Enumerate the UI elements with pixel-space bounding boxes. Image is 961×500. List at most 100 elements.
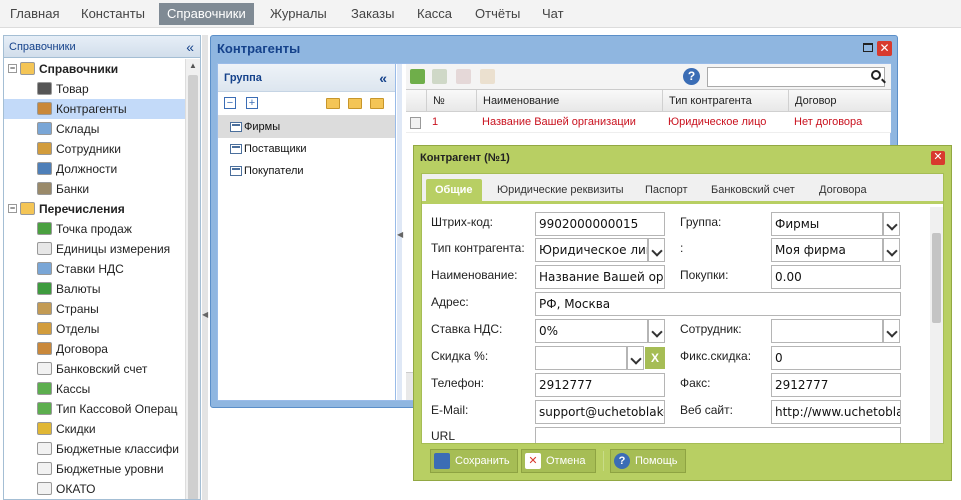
group-select[interactable]: Фирмы [771, 212, 883, 236]
tree-item[interactable]: ОКАТО [4, 479, 186, 499]
group-item[interactable]: Фирмы [218, 116, 395, 138]
tree-item[interactable]: Отделы [4, 319, 186, 339]
tree-item[interactable]: Ставки НДС [4, 259, 186, 279]
menu-item-cash[interactable]: Касса [409, 3, 460, 25]
group-item[interactable]: Поставщики [218, 138, 395, 160]
edit-record-icon[interactable] [432, 69, 447, 84]
collapse-all-icon[interactable]: − [224, 97, 236, 109]
group-splitter-icon[interactable]: ◀ [397, 230, 403, 239]
url-field[interactable] [535, 427, 901, 443]
tree-item[interactable]: Страны [4, 299, 186, 319]
tree-item[interactable]: Должности [4, 159, 186, 179]
help-button[interactable]: ? Помощь [610, 449, 686, 473]
tree-item[interactable]: − Перечисления [4, 199, 186, 219]
discount-select[interactable] [535, 346, 627, 370]
add-folder-icon[interactable] [326, 98, 340, 109]
tab-general[interactable]: Общие [426, 179, 482, 204]
menu-item-journals[interactable]: Журналы [262, 3, 335, 25]
column-type[interactable]: Тип контрагента [662, 90, 788, 112]
vat-select[interactable]: 0% [535, 319, 648, 343]
close-dialog-icon[interactable]: ✕ [931, 151, 945, 165]
phone-field[interactable]: 2912777 [535, 373, 665, 397]
tab-bank-account[interactable]: Банковский счет [702, 179, 804, 204]
save-button[interactable]: Сохранить [430, 449, 518, 473]
tab-passport[interactable]: Паспорт [636, 179, 697, 204]
tree-item[interactable]: Кассы [4, 379, 186, 399]
tree-item[interactable]: Бюджетные уровни [4, 459, 186, 479]
tree-item[interactable]: Товар [4, 79, 186, 99]
group-item[interactable]: Покупатели [218, 160, 395, 182]
vat-dropdown-icon[interactable] [648, 319, 665, 343]
menu-item-constants[interactable]: Константы [73, 3, 153, 25]
fax-field[interactable]: 2912777 [771, 373, 901, 397]
tab-contracts[interactable]: Договора [810, 179, 876, 204]
tree-collapse-icon[interactable]: − [8, 64, 17, 73]
website-field[interactable]: http://www.uchetoblako.ru [771, 400, 901, 424]
collapse-left-panel-icon[interactable]: « [186, 36, 194, 58]
purchases-field[interactable]: 0.00 [771, 265, 901, 289]
delete-folder-icon[interactable] [370, 98, 384, 109]
tree-item[interactable]: Банковский счет [4, 359, 186, 379]
name-field[interactable]: Название Вашей организации [535, 265, 665, 289]
add-record-icon[interactable] [410, 69, 425, 84]
table-row[interactable]: 1 Название Вашей организации Юридическое… [406, 112, 891, 133]
money-icon [37, 402, 52, 415]
menu-item-home[interactable]: Главная [2, 3, 67, 25]
group-dropdown-icon[interactable] [883, 212, 900, 236]
group-splitter[interactable]: ◀ [397, 64, 403, 400]
tree-item[interactable]: Контрагенты [4, 99, 186, 119]
firm-select[interactable]: Моя фирма [771, 238, 883, 262]
delete-record-icon[interactable] [456, 69, 471, 84]
tree-item[interactable]: Сотрудники [4, 139, 186, 159]
collapse-group-panel-icon[interactable]: « [379, 64, 387, 92]
tree-item[interactable]: Договора [4, 339, 186, 359]
cancel-button[interactable]: ✕ Отмена [521, 449, 596, 473]
type-select[interactable]: Юридическое лицо [535, 238, 648, 262]
employees-icon [37, 142, 52, 155]
tree-scrollbar[interactable]: ▲ [185, 59, 200, 499]
tree-item[interactable]: Склады [4, 119, 186, 139]
search-input[interactable] [707, 67, 885, 87]
tree-item[interactable]: Тип Кассовой Операц [4, 399, 186, 419]
help-icon[interactable]: ? [683, 68, 700, 85]
tree-collapse-icon[interactable]: − [8, 204, 17, 213]
menu-item-reports[interactable]: Отчёты [467, 3, 528, 25]
tree-item[interactable]: Скидки [4, 419, 186, 439]
menu-item-orders[interactable]: Заказы [343, 3, 402, 25]
close-window-icon[interactable]: ✕ [877, 41, 892, 56]
firm-dropdown-icon[interactable] [883, 238, 900, 262]
tab-legal-details[interactable]: Юридические реквизиты [488, 179, 633, 204]
fixed-discount-field[interactable]: 0 [771, 346, 901, 370]
tree-item[interactable]: Банки [4, 179, 186, 199]
form-scrollbar-thumb[interactable] [932, 233, 941, 323]
splitter-collapse-icon[interactable]: ◀ [202, 310, 208, 319]
left-splitter[interactable]: ◀ [202, 35, 208, 500]
folder-icon [20, 202, 35, 215]
column-name[interactable]: Наименование [476, 90, 662, 112]
menu-item-references[interactable]: Справочники [159, 3, 254, 25]
tree-item[interactable]: Бюджетные классифи [4, 439, 186, 459]
discount-dropdown-icon[interactable] [627, 346, 644, 370]
tree-item[interactable]: Валюты [4, 279, 186, 299]
employee-select[interactable] [771, 319, 883, 343]
type-dropdown-icon[interactable] [648, 238, 665, 262]
scroll-up-icon[interactable]: ▲ [186, 59, 200, 73]
barcode-field[interactable]: 9902000000015 [535, 212, 665, 236]
clear-discount-button[interactable]: X [645, 347, 665, 369]
maximize-icon[interactable] [863, 43, 873, 52]
menu-item-chat[interactable]: Чат [534, 3, 572, 25]
scrollbar-thumb[interactable] [188, 75, 198, 499]
tree-item[interactable]: Точка продаж [4, 219, 186, 239]
column-number[interactable]: № [426, 90, 476, 112]
copy-record-icon[interactable] [480, 69, 495, 84]
expand-all-icon[interactable]: + [246, 97, 258, 109]
search-icon[interactable] [871, 70, 881, 80]
address-field[interactable]: РФ, Москва [535, 292, 901, 316]
column-contract[interactable]: Договор [788, 90, 884, 112]
tree-item[interactable]: − Справочники [4, 59, 186, 79]
edit-folder-icon[interactable] [348, 98, 362, 109]
employee-dropdown-icon[interactable] [883, 319, 900, 343]
tree-item[interactable]: Единицы измерения [4, 239, 186, 259]
form-scrollbar[interactable] [930, 207, 943, 443]
email-field[interactable]: support@uchetoblako.ru [535, 400, 665, 424]
